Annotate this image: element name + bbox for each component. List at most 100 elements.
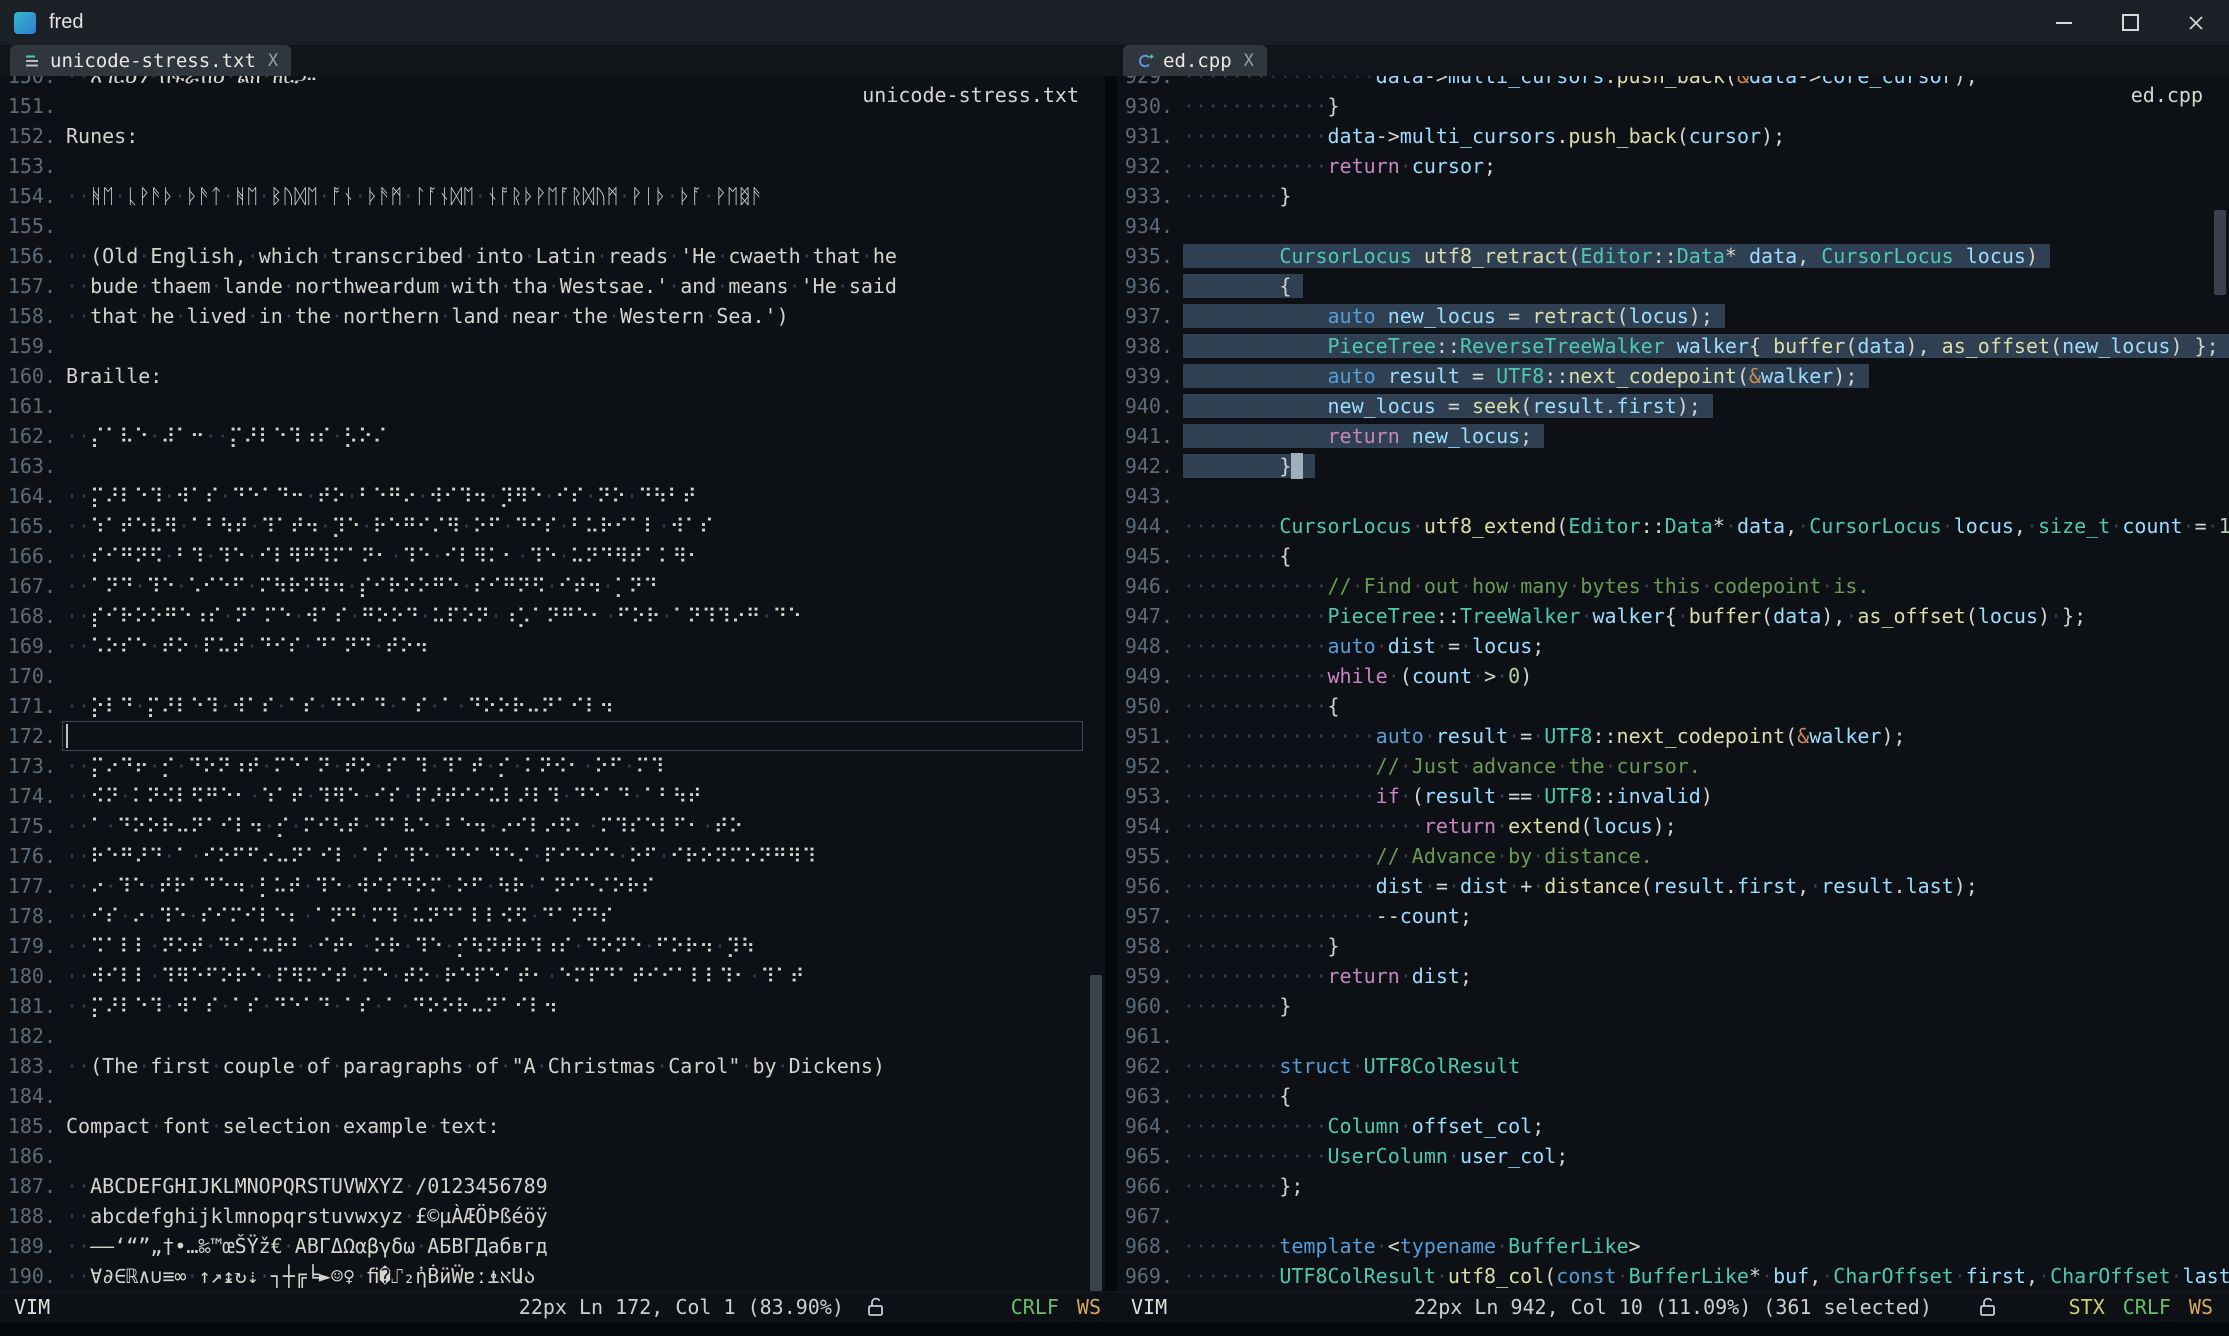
code-line[interactable]: 963.········{ [1117,1081,2229,1111]
code-line[interactable]: 941.············return·new_locus; [1117,421,2229,451]
code-line[interactable]: 936.········{ [1117,271,2229,301]
code-line[interactable]: 172. [0,721,1105,751]
code-line[interactable]: 156.··(Old·English,·which·transcribed·in… [0,241,1105,271]
code-line[interactable]: 165.··⠱⠁⠞⠑⠧⠻·⠁⠃⠳⠞·⠹⠁⠞⠲·⡹⠑·⠗⠑⠛⠊⠌⠻·⠕⠋·⠙⠊⠎·… [0,511,1105,541]
code-line[interactable]: 168.··⡎⠊⠗⠕⠕⠛⠑⠰⠎·⠝⠁⠍⠑·⠺⠁⠎·⠛⠕⠕⠙·⠥⠏⠕⠝·⠰⡡⠁⠝⠛… [0,601,1105,631]
editor-pane-left[interactable]: 150.··እግርህን·በፍራሽህ·ልክ·ዘርጋ።151.152.Runes:1… [0,76,1105,1291]
code-line[interactable]: 182. [0,1021,1105,1051]
tab-close-button[interactable]: X [1244,51,1254,71]
scrollbar-left[interactable] [1087,76,1105,1291]
code-line[interactable]: 171.··⡕⠇⠙·⡍⠜⠇⠑⠹·⠺⠁⠎·⠁⠎·⠙⠑⠁⠙·⠁⠎·⠁·⠙⠕⠕⠗⠤⠝⠁… [0,691,1105,721]
code-line[interactable]: 966.········}; [1117,1171,2229,1201]
code-line[interactable]: 934. [1117,211,2229,241]
tab-close-button[interactable]: X [268,51,278,71]
code-line[interactable]: 947.············PieceTree::TreeWalker·wa… [1117,601,2229,631]
code-line[interactable]: 163. [0,451,1105,481]
code-line[interactable]: 190.··∀∂∈ℝ∧∪≡∞·↑↗↨↻⇣·┐┼╔╘►☺♀·ﬁ�⑀₂ἠḂӥẄɐː⍎… [0,1261,1105,1291]
code-line[interactable]: 951.················auto·result·=·UTF8::… [1117,721,2229,751]
code-line[interactable]: 154.··ᚻᛖ·ᚳᚹᚫᚦ·ᚦᚫᛏ·ᚻᛖ·ᛒᚢᛞᛖ·ᚩᚾ·ᚦᚫᛗ·ᛚᚪᚾᛞᛖ·ᚾ… [0,181,1105,211]
titlebar[interactable]: fred [0,0,2229,45]
code-line[interactable]: 967. [1117,1201,2229,1231]
code-line[interactable]: 166.··⠎⠊⠛⠝⠫·⠃⠹·⠹⠑·⠊⠇⠻⠛⠹⠍⠁⠝⠂·⠹⠑·⠊⠇⠻⠅⠂·⠹⠑·… [0,541,1105,571]
code-line[interactable]: 164.··⡍⠜⠇⠑⠹·⠺⠁⠎·⠙⠑⠁⠙⠒·⠞⠕·⠃⠑⠛⠔·⠺⠊⠹⠲·⡹⠻⠑·⠊… [0,481,1105,511]
scrollbar-right[interactable] [2211,76,2229,1291]
code-line[interactable]: 186. [0,1141,1105,1171]
code-line[interactable]: 170. [0,661,1105,691]
scrollbar-thumb-right[interactable] [2214,210,2226,295]
line-number: 165. [0,511,56,541]
code-line[interactable]: 161. [0,391,1105,421]
code-line[interactable]: 958.············} [1117,931,2229,961]
code-line[interactable]: 945.········{ [1117,541,2229,571]
code-line[interactable]: 957.················--count; [1117,901,2229,931]
code-line[interactable]: 169.··⠡⠕⠎⠑·⠞⠕·⠏⠥⠞·⠙⠊⠎·⠙⠁⠝⠙·⠞⠕⠲ [0,631,1105,661]
tab-ed-cpp[interactable]: ed.cpp X [1123,45,1267,76]
minimize-button[interactable] [2031,0,2097,45]
code-line[interactable]: 185.Compact·font·selection·example·text: [0,1111,1105,1141]
code-line[interactable]: 930.············} [1117,91,2229,121]
line-number: 944. [1117,511,1173,541]
code-line[interactable]: 183.··(The·first·couple·of·paragraphs·of… [0,1051,1105,1081]
code-line[interactable]: 152.Runes: [0,121,1105,151]
code-line[interactable]: 153. [0,151,1105,181]
code-line[interactable]: 948.············auto·dist·=·locus; [1117,631,2229,661]
code-line[interactable]: 965.············UserColumn·user_col; [1117,1141,2229,1171]
code-line[interactable]: 933.········} [1117,181,2229,211]
code-line[interactable]: 960.········} [1117,991,2229,1021]
pane-splitter[interactable] [1105,76,1117,1291]
code-line[interactable]: 173.··⡍⠔⠙⠖·⡊·⠙⠕⠝⠰⠞·⠍⠑⠁⠝·⠞⠕·⠎⠁⠹·⠹⠁⠞·⡊·⠅⠝⠪… [0,751,1105,781]
code-line[interactable]: 937.············auto·new_locus·=·retract… [1117,301,2229,331]
code-line[interactable]: 961. [1117,1021,2229,1051]
code-line[interactable]: 942.········} [1117,451,2229,481]
code-line[interactable]: 175.··⠁·⠙⠕⠕⠗⠤⠝⠁⠊⠇⠲·⡊·⠍⠊⠣⠞·⠙⠁⠧⠑·⠃⠑⠲·⠔⠊⠇⠔⠫… [0,811,1105,841]
code-line[interactable]: 181.··⡍⠜⠇⠑⠹·⠺⠁⠎·⠁⠎·⠙⠑⠁⠙·⠁⠎·⠁·⠙⠕⠕⠗⠤⠝⠁⠊⠇⠲ [0,991,1105,1021]
code-line[interactable]: 938.············PieceTree::ReverseTreeWa… [1117,331,2229,361]
code-line[interactable]: 935.········CursorLocus·utf8_retract(Edi… [1117,241,2229,271]
code-line[interactable]: 180.··⠺⠊⠇⠇·⠹⠻⠑⠋⠕⠗⠑·⠏⠻⠍⠊⠞·⠍⠑·⠞⠕·⠗⠑⠏⠑⠁⠞⠂·⠑… [0,961,1105,991]
code-line[interactable]: 940.············new_locus·=·seek(result.… [1117,391,2229,421]
code-line[interactable]: 954.····················return·extend(lo… [1117,811,2229,841]
editor-pane-right[interactable]: 929.················data->multi_cursors.… [1117,76,2229,1291]
code-line[interactable]: 187.··ABCDEFGHIJKLMNOPQRSTUVWXYZ·/012345… [0,1171,1105,1201]
code-line[interactable]: 949.············while·(count·>·0) [1117,661,2229,691]
code-line[interactable]: 189.··–—‘“”„†•…‰™œŠŸž€·ΑΒΓΔΩαβγδω·АБВГДа… [0,1231,1105,1261]
code-line[interactable]: 929.················data->multi_cursors.… [1117,76,2229,91]
code-line[interactable]: 157.··bude·thaem·lande·northweardum·with… [0,271,1105,301]
code-line[interactable]: 188.··abcdefghijklmnopqrstuvwxyz·£©µÀÆÖÞ… [0,1201,1105,1231]
code-line[interactable]: 969.········UTF8ColResult·utf8_col(const… [1117,1261,2229,1291]
scrollbar-thumb-left[interactable] [1090,975,1102,1291]
code-line[interactable]: 946.············//·Find·out·how·many·byt… [1117,571,2229,601]
code-line[interactable]: 179.··⠩⠁⠇⠇·⠝⠕⠞·⠙⠊⠌⠥⠗⠃·⠊⠞⠂·⠕⠗·⠹⠑·⡊⠳⠝⠞⠗⠹⠰⠎… [0,931,1105,961]
tab-unicode-stress-txt[interactable]: unicode-stress.txt X [10,45,291,76]
code-line[interactable]: 174.··⠪⠝·⠅⠝⠪⠇⠫⠛⠑⠂·⠱⠁⠞·⠹⠻⠑·⠊⠎·⠏⠜⠞⠊⠊⠥⠇⠜⠇⠹·… [0,781,1105,811]
code-line[interactable]: 158.··that·he·lived·in·the·northern·land… [0,301,1105,331]
code-line[interactable]: 931.············data->multi_cursors.push… [1117,121,2229,151]
code-line[interactable]: 178.··⠊⠎·⠔·⠹⠑·⠎⠊⠍⠊⠇⠑⠆·⠁⠝⠙·⠍⠹·⠥⠝⠙⠁⠇⠇⠪⠫·⠙⠁… [0,901,1105,931]
code-line[interactable]: 944.········CursorLocus·utf8_extend(Edit… [1117,511,2229,541]
code-line[interactable]: 964.············Column·offset_col; [1117,1111,2229,1141]
code-line[interactable]: 953.················if·(result·==·UTF8::… [1117,781,2229,811]
code-line[interactable]: 932.············return·cursor; [1117,151,2229,181]
code-line[interactable]: 160.Braille: [0,361,1105,391]
code-line[interactable]: 959.············return·dist; [1117,961,2229,991]
code-line[interactable]: 939.············auto·result·=·UTF8::next… [1117,361,2229,391]
code-line[interactable]: 167.··⠁⠝⠙·⠹⠑·⠡⠊⠑⠋·⠍⠳⠗⠝⠻⠲·⡎⠊⠗⠕⠕⠛⠑·⠎⠊⠛⠝⠫·⠊… [0,571,1105,601]
code-line[interactable]: 956.················dist·=·dist·+·distan… [1117,871,2229,901]
line-number: 188. [0,1201,56,1231]
code-line[interactable]: 176.··⠗⠑⠛⠜⠙·⠁·⠊⠕⠋⠋⠔⠤⠝⠁⠊⠇·⠁⠎·⠹⠑·⠙⠑⠁⠙⠑⠌·⠏⠊… [0,841,1105,871]
code-line[interactable]: 162.··⡌⠁⠧⠑·⠼⠁⠒··⡍⠜⠇⠑⠹⠰⠎·⡣⠕⠌ [0,421,1105,451]
line-number: 950. [1117,691,1173,721]
code-line[interactable]: 184. [0,1081,1105,1111]
code-line[interactable]: 155. [0,211,1105,241]
code-line[interactable]: 159. [0,331,1105,361]
code-line[interactable]: 968.········template·<typename·BufferLik… [1117,1231,2229,1261]
code-line[interactable]: 955.················//·Advance·by·distan… [1117,841,2229,871]
maximize-button[interactable] [2097,0,2163,45]
close-button[interactable] [2163,0,2229,45]
code-line[interactable]: 943. [1117,481,2229,511]
code-line[interactable]: 177.··⠔·⠹⠑·⠞⠗⠁⠙⠑⠲·⡃⠥⠞·⠹⠑·⠺⠊⠎⠙⠕⠍·⠕⠋·⠳⠗·⠁⠝… [0,871,1105,901]
line-number: 158. [0,301,56,331]
code-line[interactable]: 952.················//·Just·advance·the·… [1117,751,2229,781]
code-line[interactable]: 950.············{ [1117,691,2229,721]
code-line[interactable]: 962.········struct·UTF8ColResult [1117,1051,2229,1081]
